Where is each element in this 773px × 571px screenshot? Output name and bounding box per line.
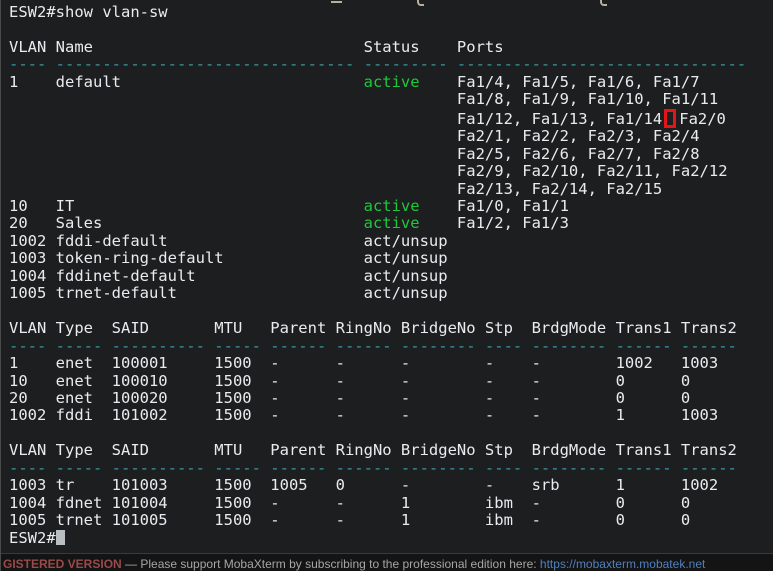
terminal-text: 1005 trnet 101005 1500 - - 1 ibm - 0 0 bbox=[9, 511, 691, 530]
terminal-text: 1005 trnet-default act/unsup bbox=[9, 284, 448, 303]
terminal-line: ESW2# bbox=[9, 528, 773, 547]
text-cursor bbox=[55, 529, 65, 545]
terminal-text: 1003 token-ring-default act/unsup bbox=[9, 249, 448, 268]
terminal-text: 1003 tr 101003 1500 1005 0 - - srb 1 100… bbox=[9, 476, 719, 495]
table-separator: ---- -------------------------------- --… bbox=[9, 55, 747, 74]
table-separator: ---- ----- ---------- ----- ------ -----… bbox=[9, 336, 737, 355]
terminal-text: Fa1/12, Fa1/13, Fa1/14 bbox=[9, 109, 663, 128]
terminal-text: 1004 fdnet 101004 1500 - - 1 ibm - 0 0 bbox=[9, 493, 691, 512]
terminal-text: VLAN Type SAID MTU Parent RingNo BridgeN… bbox=[9, 319, 737, 338]
terminal-line: Fa2/13, Fa2/14, Fa2/15 bbox=[9, 179, 773, 198]
terminal-line: 1005 trnet 101005 1500 - - 1 ibm - 0 0 bbox=[9, 511, 773, 530]
terminal[interactable]: ESW2#show vlan-sw VLAN Name Status Ports… bbox=[1, 0, 773, 553]
terminal-line: ---- ----- ---------- ----- ------ -----… bbox=[9, 336, 773, 355]
terminal-text: 1004 fddinet-default act/unsup bbox=[9, 266, 448, 285]
terminal-text: 20 Sales bbox=[9, 214, 364, 233]
terminal-text: Fa1/4, Fa1/5, Fa1/6, Fa1/7 bbox=[419, 72, 700, 91]
terminal-line: 1002 fddi 101002 1500 - - - - - 1 1003 bbox=[9, 407, 773, 424]
terminal-text: Fa2/13, Fa2/14, Fa2/15 bbox=[9, 179, 663, 198]
terminal-line: 1 enet 100001 1500 - - - - - 1002 1003 bbox=[9, 354, 773, 373]
terminal-line: 1003 token-ring-default act/unsup bbox=[9, 250, 773, 267]
terminal-line: Fa1/12, Fa1/13, Fa1/14 Fa2/0 bbox=[9, 108, 773, 128]
clipped-text-fragment bbox=[600, 0, 607, 6]
terminal-text: 1 enet 100001 1500 - - - - - 1002 1003 bbox=[9, 354, 719, 373]
terminal-text: 10 enet 100010 1500 - - - - - 0 0 bbox=[9, 371, 691, 390]
terminal-text: Fa2/5, Fa2/6, Fa2/7, Fa2/8 bbox=[9, 144, 700, 163]
terminal-text: Fa1/8, Fa1/9, Fa1/10, Fa1/11 bbox=[9, 90, 719, 109]
terminal-line: 1003 tr 101003 1500 1005 0 - - srb 1 100… bbox=[9, 477, 773, 494]
terminal-line: Fa2/5, Fa2/6, Fa2/7, Fa2/8 bbox=[9, 144, 773, 163]
terminal-text: 1 default bbox=[9, 72, 364, 91]
terminal-line: 1005 trnet-default act/unsup bbox=[9, 285, 773, 302]
terminal-output: ESW2#show vlan-sw VLAN Name Status Ports… bbox=[9, 3, 773, 547]
clipped-text-fragment bbox=[331, 1, 342, 3]
terminal-line: 1004 fdnet 101004 1500 - - 1 ibm - 0 0 bbox=[9, 493, 773, 512]
terminal-line: 1002 fddi-default act/unsup bbox=[9, 231, 773, 250]
terminal-line: Fa1/8, Fa1/9, Fa1/10, Fa1/11 bbox=[9, 91, 773, 108]
terminal-text: 20 enet 100020 1500 - - - - - 0 0 bbox=[9, 388, 691, 407]
table-separator: ---- ----- ---------- ----- ------ -----… bbox=[9, 458, 737, 477]
vlan-status-active: active bbox=[363, 214, 420, 233]
terminal-line: ---- -------------------------------- --… bbox=[9, 56, 773, 73]
terminal-line: 1 default active Fa1/4, Fa1/5, Fa1/6, Fa… bbox=[9, 72, 773, 91]
statusbar-message: — Please support MobaXterm by subscribin… bbox=[121, 557, 540, 571]
terminal-line: Fa2/1, Fa2/2, Fa2/3, Fa2/4 bbox=[9, 127, 773, 146]
terminal-line: Fa2/9, Fa2/10, Fa2/11, Fa2/12 bbox=[9, 162, 773, 181]
terminal-line: ---- ----- ---------- ----- ------ -----… bbox=[9, 458, 773, 477]
terminal-text: Fa2/0 bbox=[679, 109, 726, 128]
mobaxterm-window: ESW2#show vlan-sw VLAN Name Status Ports… bbox=[0, 0, 773, 571]
terminal-line: 1004 fddinet-default act/unsup bbox=[9, 266, 773, 285]
clipped-text-fragment bbox=[417, 0, 424, 6]
terminal-text: ESW2# bbox=[9, 528, 56, 547]
terminal-text: 10 IT bbox=[9, 196, 364, 215]
vlan-status-active: active bbox=[363, 196, 420, 215]
terminal-text: Fa2/1, Fa2/2, Fa2/3, Fa2/4 bbox=[9, 127, 700, 146]
terminal-line: 10 IT active Fa1/0, Fa1/1 bbox=[9, 196, 773, 215]
terminal-text: VLAN Type SAID MTU Parent RingNo BridgeN… bbox=[9, 441, 737, 460]
annotation-red-box bbox=[664, 108, 677, 128]
terminal-text: ESW2#show vlan-sw bbox=[9, 3, 168, 21]
mobaxterm-url-link[interactable]: https://mobaxterm.mobatek.net bbox=[540, 557, 705, 571]
status-bar: GISTERED VERSION — Please support MobaXt… bbox=[1, 553, 773, 571]
terminal-line: VLAN Name Status Ports bbox=[9, 37, 773, 56]
terminal-line: 20 enet 100020 1500 - - - - - 0 0 bbox=[9, 388, 773, 407]
terminal-line: ESW2#show vlan-sw bbox=[9, 3, 773, 21]
terminal-line: VLAN Type SAID MTU Parent RingNo BridgeN… bbox=[9, 442, 773, 459]
terminal-line: VLAN Type SAID MTU Parent RingNo BridgeN… bbox=[9, 319, 773, 338]
terminal-text: 1002 fddi 101002 1500 - - - - - 1 1003 bbox=[9, 406, 719, 425]
terminal-text: Fa1/0, Fa1/1 bbox=[419, 196, 569, 215]
terminal-line: 20 Sales active Fa1/2, Fa1/3 bbox=[9, 215, 773, 232]
terminal-text: Fa2/9, Fa2/10, Fa2/11, Fa2/12 bbox=[9, 162, 728, 181]
terminal-text: 1002 fddi-default act/unsup bbox=[9, 231, 448, 250]
vlan-status-active: active bbox=[363, 72, 420, 91]
unregistered-version-label: GISTERED VERSION bbox=[3, 557, 122, 571]
terminal-line: 10 enet 100010 1500 - - - - - 0 0 bbox=[9, 371, 773, 390]
terminal-text: VLAN Name Status Ports bbox=[9, 37, 504, 56]
terminal-text: Fa1/2, Fa1/3 bbox=[419, 214, 569, 233]
